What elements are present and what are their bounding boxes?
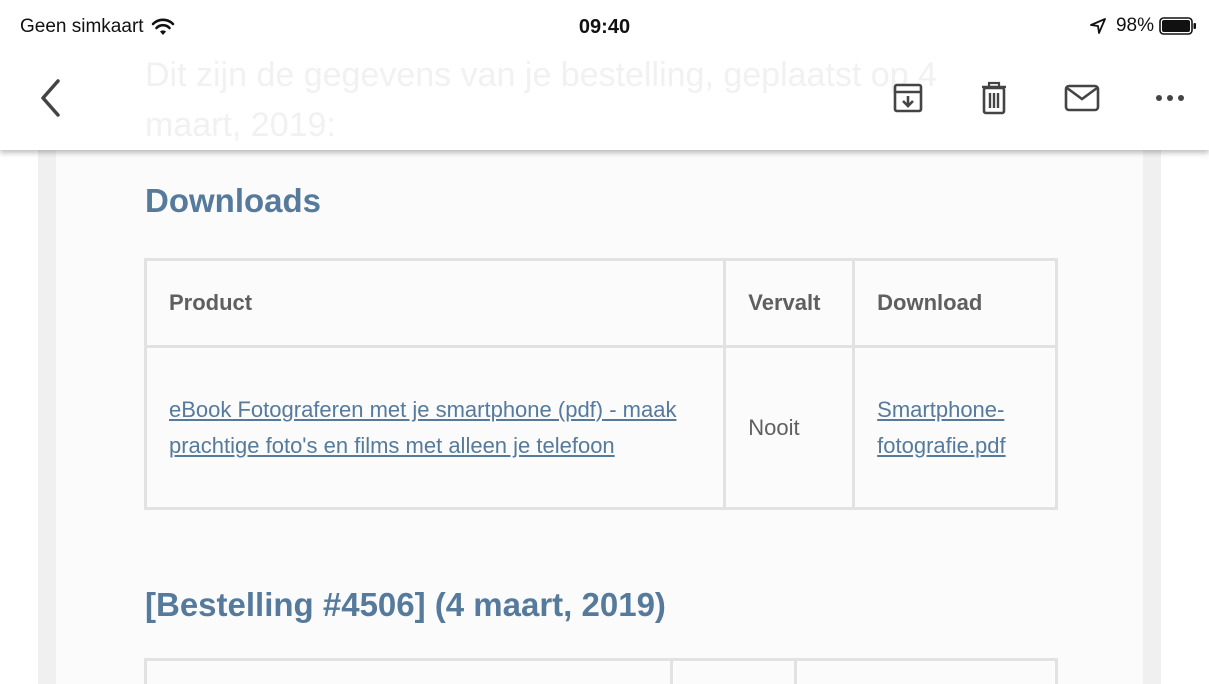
column-header-product: Product	[143, 258, 727, 348]
order-cell	[143, 658, 674, 684]
mail-icon	[1064, 84, 1100, 112]
column-header-expires: Vervalt	[723, 258, 856, 348]
trash-icon	[982, 81, 1006, 115]
back-button[interactable]	[30, 76, 70, 120]
downloads-heading: Downloads	[145, 182, 322, 219]
downloads-table: Product Vervalt Download eBook Fotografe…	[143, 258, 1058, 510]
order-table	[143, 658, 1059, 684]
battery-icon	[1159, 17, 1196, 35]
battery-percentage: 98%	[1115, 15, 1154, 36]
product-link[interactable]: eBook Fotograferen met je smartphone (pd…	[169, 397, 676, 458]
status-bar: Geen simkaart 09:40 98%	[0, 0, 1209, 58]
table-row	[143, 658, 1059, 684]
product-cell: eBook Fotograferen met je smartphone (pd…	[143, 345, 727, 510]
expires-cell: Nooit	[723, 345, 856, 510]
order-cell	[793, 658, 1059, 684]
download-cell: Smartphone-fotografie.pdf	[852, 345, 1058, 510]
back-icon	[41, 79, 60, 117]
location-arrow-icon	[1090, 18, 1106, 34]
table-row: eBook Fotograferen met je smartphone (pd…	[143, 345, 1058, 510]
archive-button[interactable]	[886, 78, 930, 118]
more-button[interactable]	[1148, 78, 1192, 118]
order-cell	[670, 658, 797, 684]
order-heading: [Bestelling #4506] (4 maart, 2019)	[145, 586, 666, 623]
column-header-download: Download	[852, 258, 1058, 348]
archive-icon	[893, 83, 923, 113]
more-icon	[1156, 95, 1184, 101]
status-right: 98%	[1090, 15, 1197, 37]
clock: 09:40	[578, 16, 631, 38]
table-header-row: Product Vervalt Download	[143, 258, 1058, 348]
download-link[interactable]: Smartphone-fotografie.pdf	[877, 397, 1005, 458]
mark-unread-button[interactable]	[1060, 78, 1104, 118]
delete-button[interactable]	[972, 78, 1016, 118]
